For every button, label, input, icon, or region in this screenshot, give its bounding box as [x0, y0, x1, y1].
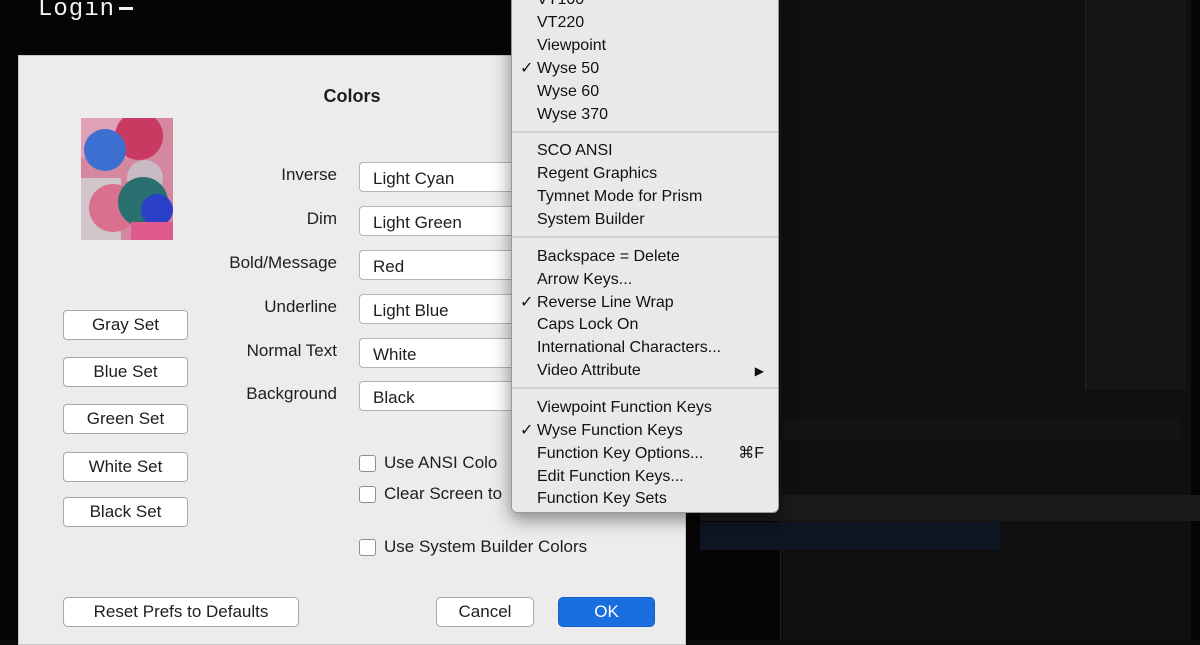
blue-set-button[interactable]: Blue Set: [63, 357, 188, 387]
menu-separator: [512, 387, 778, 389]
menu-item-function-key-sets[interactable]: Function Key Sets: [512, 488, 778, 510]
terminal-cursor: [119, 7, 134, 11]
checkbox-label: Use ANSI Colo: [384, 453, 498, 472]
menu-item-wyse-50[interactable]: ✓ Wyse 50: [512, 58, 778, 80]
checkbox-box[interactable]: [359, 485, 376, 503]
white-set-button[interactable]: White Set: [63, 452, 188, 482]
menu-item-sco-ansi[interactable]: SCO ANSI: [512, 140, 778, 162]
menu-separator: [512, 131, 778, 133]
menu-separator: [512, 236, 778, 238]
label-bold-message: Bold/Message: [229, 253, 337, 272]
checkbox-label: Clear Screen to: [384, 484, 503, 503]
checkbox-label: Use System Builder Colors: [384, 537, 588, 556]
menu-item-vt100[interactable]: VT100: [512, 0, 778, 11]
keyboard-shortcut: ⌘F: [738, 445, 764, 462]
checkbox-box[interactable]: [359, 538, 376, 556]
menu-item-edit-function-keys[interactable]: Edit Function Keys...: [512, 466, 778, 488]
checkmark-icon: ✓: [520, 422, 534, 439]
black-set-button[interactable]: Black Set: [63, 497, 188, 527]
menu-item-wyse-60[interactable]: Wyse 60: [512, 81, 778, 103]
menu-item-function-key-options[interactable]: Function Key Options... ⌘F: [512, 443, 778, 465]
menu-item-viewpoint-function-keys[interactable]: Viewpoint Function Keys: [512, 397, 778, 419]
cancel-button[interactable]: Cancel: [436, 597, 534, 627]
label-dim: Dim: [306, 209, 337, 228]
checkbox-box[interactable]: [359, 454, 376, 472]
normal-text-select[interactable]: White: [359, 338, 529, 368]
inverse-select[interactable]: Light Cyan: [359, 162, 529, 192]
menu-item-wyse-370[interactable]: Wyse 370: [512, 104, 778, 126]
menu-item-tymnet-mode[interactable]: Tymnet Mode for Prism: [512, 186, 778, 208]
checkmark-icon: ✓: [520, 294, 534, 311]
checkmark-icon: ✓: [520, 60, 534, 77]
menu-item-arrow-keys[interactable]: Arrow Keys...: [512, 269, 778, 291]
background-text-line: [780, 420, 1180, 440]
menu-item-reverse-line-wrap[interactable]: ✓ Reverse Line Wrap: [512, 292, 778, 314]
underline-select[interactable]: Light Blue: [359, 294, 529, 324]
menu-item-backspace-delete[interactable]: Backspace = Delete: [512, 246, 778, 268]
background-sidebar: [1085, 0, 1186, 390]
submenu-arrow-icon: ▶: [754, 364, 764, 378]
menu-item-wyse-function-keys[interactable]: ✓ Wyse Function Keys: [512, 420, 778, 442]
menu-item-international-characters[interactable]: International Characters...: [512, 337, 778, 359]
label-background: Background: [246, 384, 337, 403]
use-system-builder-colors-checkbox[interactable]: Use System Builder Colors: [359, 537, 587, 557]
background-selection: [700, 522, 1000, 550]
label-inverse: Inverse: [281, 165, 337, 184]
terminal-options-menu: VT100 VT220 Viewpoint ✓Wyse 50 Wyse 60 W…: [511, 0, 779, 513]
green-set-button[interactable]: Green Set: [63, 404, 188, 434]
clear-screen-checkbox[interactable]: Clear Screen to: [359, 484, 502, 504]
menu-item-system-builder[interactable]: System Builder: [512, 209, 778, 231]
menu-item-caps-lock-on[interactable]: Caps Lock On: [512, 314, 778, 336]
menu-item-video-attribute[interactable]: Video Attribute ▶: [512, 360, 778, 382]
background-select[interactable]: Black: [359, 381, 529, 411]
terminal-prompt: Login: [38, 0, 134, 23]
menu-item-vt220[interactable]: VT220: [512, 12, 778, 34]
reset-prefs-button[interactable]: Reset Prefs to Defaults: [63, 597, 299, 627]
ok-button[interactable]: OK: [558, 597, 655, 627]
menu-item-regent-graphics[interactable]: Regent Graphics: [512, 163, 778, 185]
bold-message-select[interactable]: Red: [359, 250, 529, 280]
use-ansi-colors-checkbox[interactable]: Use ANSI Colo: [359, 453, 497, 473]
dim-select[interactable]: Light Green: [359, 206, 529, 236]
gray-set-button[interactable]: Gray Set: [63, 310, 188, 340]
menu-item-viewpoint[interactable]: Viewpoint: [512, 35, 778, 57]
